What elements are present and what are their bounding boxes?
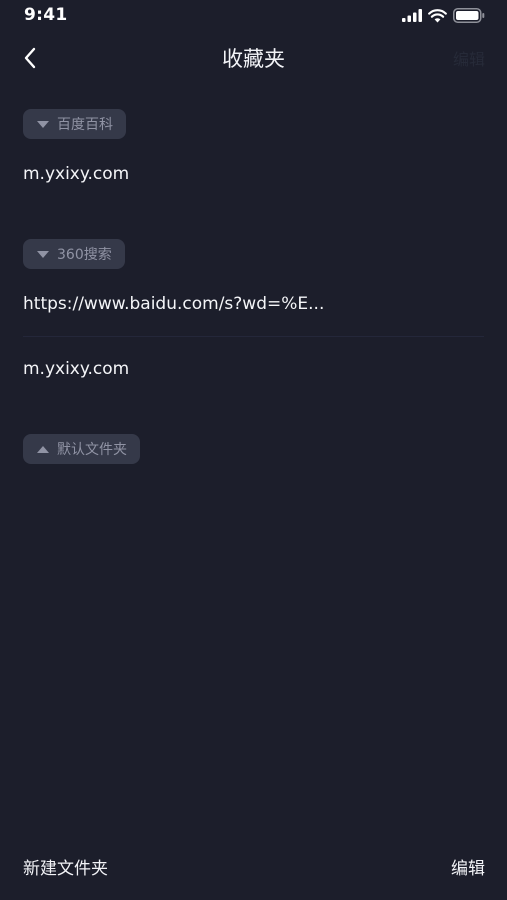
- folder-header-baidu-baike: 百度百科: [0, 108, 507, 140]
- signal-icon: [402, 9, 422, 22]
- nav-edit-button[interactable]: 编辑: [453, 46, 485, 70]
- caret-down-icon: [37, 120, 49, 128]
- folder-name: 360搜索: [57, 247, 112, 263]
- status-time: 9:41: [24, 5, 68, 25]
- page-title: 收藏夹: [222, 47, 285, 71]
- status-bar: 9:41: [0, 0, 507, 32]
- caret-down-icon: [37, 250, 49, 258]
- new-folder-button[interactable]: 新建文件夹: [23, 854, 108, 879]
- folder-chip[interactable]: 360搜索: [23, 239, 125, 269]
- caret-up-icon: [37, 445, 49, 453]
- folder-header-360-search: 360搜索: [0, 238, 507, 270]
- folder-name: 百度百科: [57, 117, 113, 133]
- folder-header-default: 默认文件夹: [0, 433, 507, 465]
- folder-chip[interactable]: 百度百科: [23, 109, 126, 139]
- nav-bar: 收藏夹 编辑: [0, 32, 507, 82]
- folder-name: 默认文件夹: [57, 442, 127, 458]
- wifi-icon: [428, 8, 447, 22]
- bottom-toolbar: 新建文件夹 编辑: [0, 846, 507, 886]
- bookmark-item[interactable]: m.yxixy.com: [0, 337, 507, 401]
- battery-icon: [453, 8, 485, 23]
- bookmark-item[interactable]: https://www.baidu.com/s?wd=%E...: [0, 272, 507, 336]
- edit-button[interactable]: 编辑: [451, 854, 485, 879]
- status-icons: [402, 8, 485, 23]
- bookmark-item[interactable]: m.yxixy.com: [0, 142, 507, 206]
- folder-chip[interactable]: 默认文件夹: [23, 434, 140, 464]
- bookmark-list: 百度百科 m.yxixy.com 360搜索 https://www.baidu…: [0, 108, 507, 465]
